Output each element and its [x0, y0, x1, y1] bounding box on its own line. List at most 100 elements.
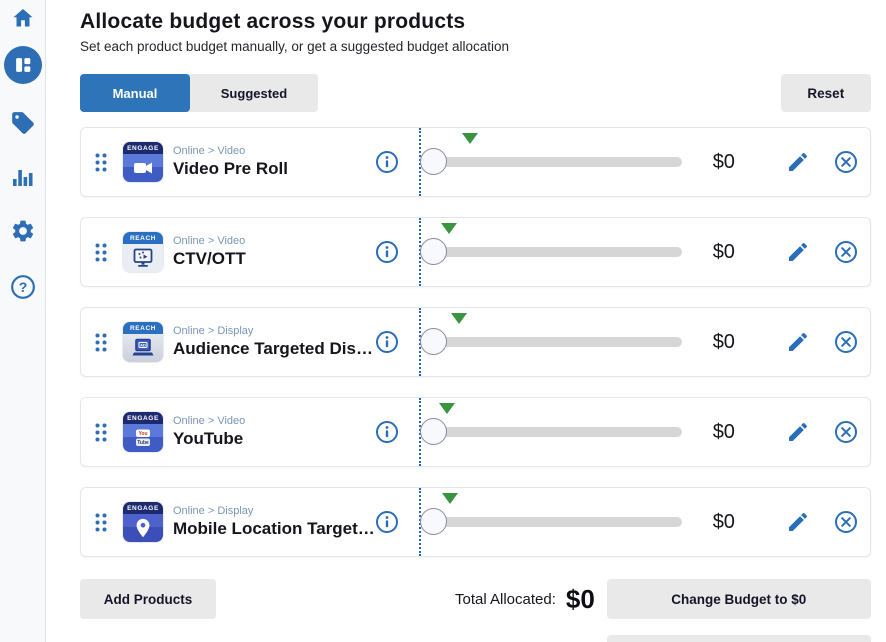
- sidebar: ?: [0, 0, 46, 642]
- edit-icon[interactable]: [786, 330, 810, 354]
- info-icon[interactable]: [375, 330, 399, 354]
- slider-thumb[interactable]: [420, 418, 447, 445]
- slider-track[interactable]: [421, 427, 682, 437]
- drag-handle-icon[interactable]: [95, 243, 109, 262]
- total-allocated: Total Allocated: $0: [455, 584, 595, 615]
- svg-text:AD: AD: [140, 343, 146, 348]
- tab-suggested[interactable]: Suggested: [190, 74, 318, 112]
- budget-value: $0: [694, 511, 754, 534]
- edit-icon[interactable]: [786, 510, 810, 534]
- add-products-button[interactable]: Add Products: [80, 579, 216, 619]
- gear-icon: [10, 218, 36, 244]
- badge-label: ENGAGE: [123, 502, 163, 514]
- product-icon: REACH: [123, 232, 163, 272]
- slider-track[interactable]: [421, 247, 682, 257]
- product-icon: ENGAGE: [123, 502, 163, 542]
- edit-icon[interactable]: [786, 240, 810, 264]
- product-name: CTV/OTT: [173, 249, 375, 269]
- laptop-ad-icon: AD: [123, 334, 163, 362]
- drag-handle-icon[interactable]: [95, 513, 109, 532]
- footer-bar: Add Products Total Allocated: $0 Change …: [80, 579, 871, 619]
- budget-value: $0: [694, 151, 754, 174]
- help-icon: ?: [10, 274, 36, 300]
- budget-value: $0: [694, 421, 754, 444]
- badge-label: ENGAGE: [123, 412, 163, 424]
- youtube-icon: You Tube: [123, 424, 163, 452]
- drag-handle-icon[interactable]: [95, 423, 109, 442]
- product-text: Online > Display Mobile Location Target…: [173, 505, 375, 539]
- drag-handle-icon[interactable]: [95, 333, 109, 352]
- mode-toggle: Manual Suggested: [80, 74, 318, 112]
- product-row: REACH AD Online > Display Audience Targe…: [80, 307, 871, 377]
- slider-track[interactable]: [421, 517, 682, 527]
- remove-icon[interactable]: [834, 150, 858, 174]
- tab-manual[interactable]: Manual: [80, 74, 190, 112]
- slider-thumb[interactable]: [420, 328, 447, 355]
- reset-button[interactable]: Reset: [781, 74, 871, 112]
- sidebar-item-analytics[interactable]: [11, 164, 35, 188]
- dashboard-icon: [12, 54, 34, 76]
- location-pin-icon: [123, 514, 163, 542]
- badge-label: REACH: [123, 232, 163, 244]
- sidebar-item-settings[interactable]: [10, 218, 36, 244]
- slider-thumb[interactable]: [420, 148, 447, 175]
- page-title: Allocate budget across your products: [80, 10, 871, 34]
- product-category: Online > Video: [173, 415, 375, 427]
- slider-track[interactable]: [421, 337, 682, 347]
- info-icon[interactable]: [375, 510, 399, 534]
- svg-text:?: ?: [18, 279, 27, 295]
- product-icon: REACH AD: [123, 322, 163, 362]
- info-icon[interactable]: [375, 150, 399, 174]
- product-icon: ENGAGE: [123, 142, 163, 182]
- product-category: Online > Video: [173, 145, 375, 157]
- slider-thumb[interactable]: [420, 238, 447, 265]
- budget-value: $0: [694, 331, 754, 354]
- product-icon: ENGAGE You Tube: [123, 412, 163, 452]
- sidebar-item-dashboard[interactable]: [4, 46, 42, 84]
- product-category: Online > Display: [173, 505, 375, 517]
- budget-slider: [419, 398, 682, 466]
- budget-slider: [419, 308, 682, 376]
- slider-track[interactable]: [421, 157, 682, 167]
- slider-thumb[interactable]: [420, 508, 447, 535]
- drag-handle-icon[interactable]: [95, 153, 109, 172]
- sidebar-item-tags[interactable]: [10, 110, 36, 136]
- svg-text:Tube: Tube: [137, 440, 149, 446]
- remove-icon[interactable]: [834, 330, 858, 354]
- product-name: YouTube: [173, 429, 375, 449]
- partially-visible-button[interactable]: [607, 635, 871, 642]
- remove-icon[interactable]: [834, 420, 858, 444]
- product-category: Online > Display: [173, 325, 375, 337]
- change-budget-button[interactable]: Change Budget to $0: [607, 579, 871, 619]
- svg-text:You: You: [138, 431, 147, 437]
- product-row: REACH Online > Video CTV/OTT: [80, 217, 871, 287]
- product-text: Online > Display Audience Targeted Dis…: [173, 325, 375, 359]
- remove-icon[interactable]: [834, 240, 858, 264]
- sidebar-item-help[interactable]: ?: [10, 274, 36, 300]
- budget-slider: [419, 218, 682, 286]
- badge-label: REACH: [123, 322, 163, 334]
- tag-icon: [10, 110, 36, 136]
- product-row: ENGAGE Online > Video Video Pre Roll: [80, 127, 871, 197]
- product-text: Online > Video Video Pre Roll: [173, 145, 375, 179]
- total-allocated-label: Total Allocated:: [455, 591, 556, 608]
- video-camera-icon: [123, 154, 163, 182]
- budget-slider: [419, 128, 682, 196]
- suggested-marker-icon: [462, 133, 478, 144]
- product-row: ENGAGE You Tube Online > Video YouTube: [80, 397, 871, 467]
- sidebar-item-home[interactable]: [11, 4, 35, 32]
- bar-chart-icon: [11, 165, 35, 187]
- product-list: ENGAGE Online > Video Video Pre Roll: [80, 127, 871, 557]
- suggested-marker-icon: [442, 493, 458, 504]
- badge-label: ENGAGE: [123, 142, 163, 154]
- product-name: Audience Targeted Dis…: [173, 339, 375, 359]
- page-subtitle: Set each product budget manually, or get…: [80, 39, 871, 54]
- product-text: Online > Video YouTube: [173, 415, 375, 449]
- edit-icon[interactable]: [786, 420, 810, 444]
- remove-icon[interactable]: [834, 510, 858, 534]
- edit-icon[interactable]: [786, 150, 810, 174]
- info-icon[interactable]: [375, 240, 399, 264]
- suggested-marker-icon: [439, 403, 455, 414]
- suggested-marker-icon: [441, 223, 457, 234]
- info-icon[interactable]: [375, 420, 399, 444]
